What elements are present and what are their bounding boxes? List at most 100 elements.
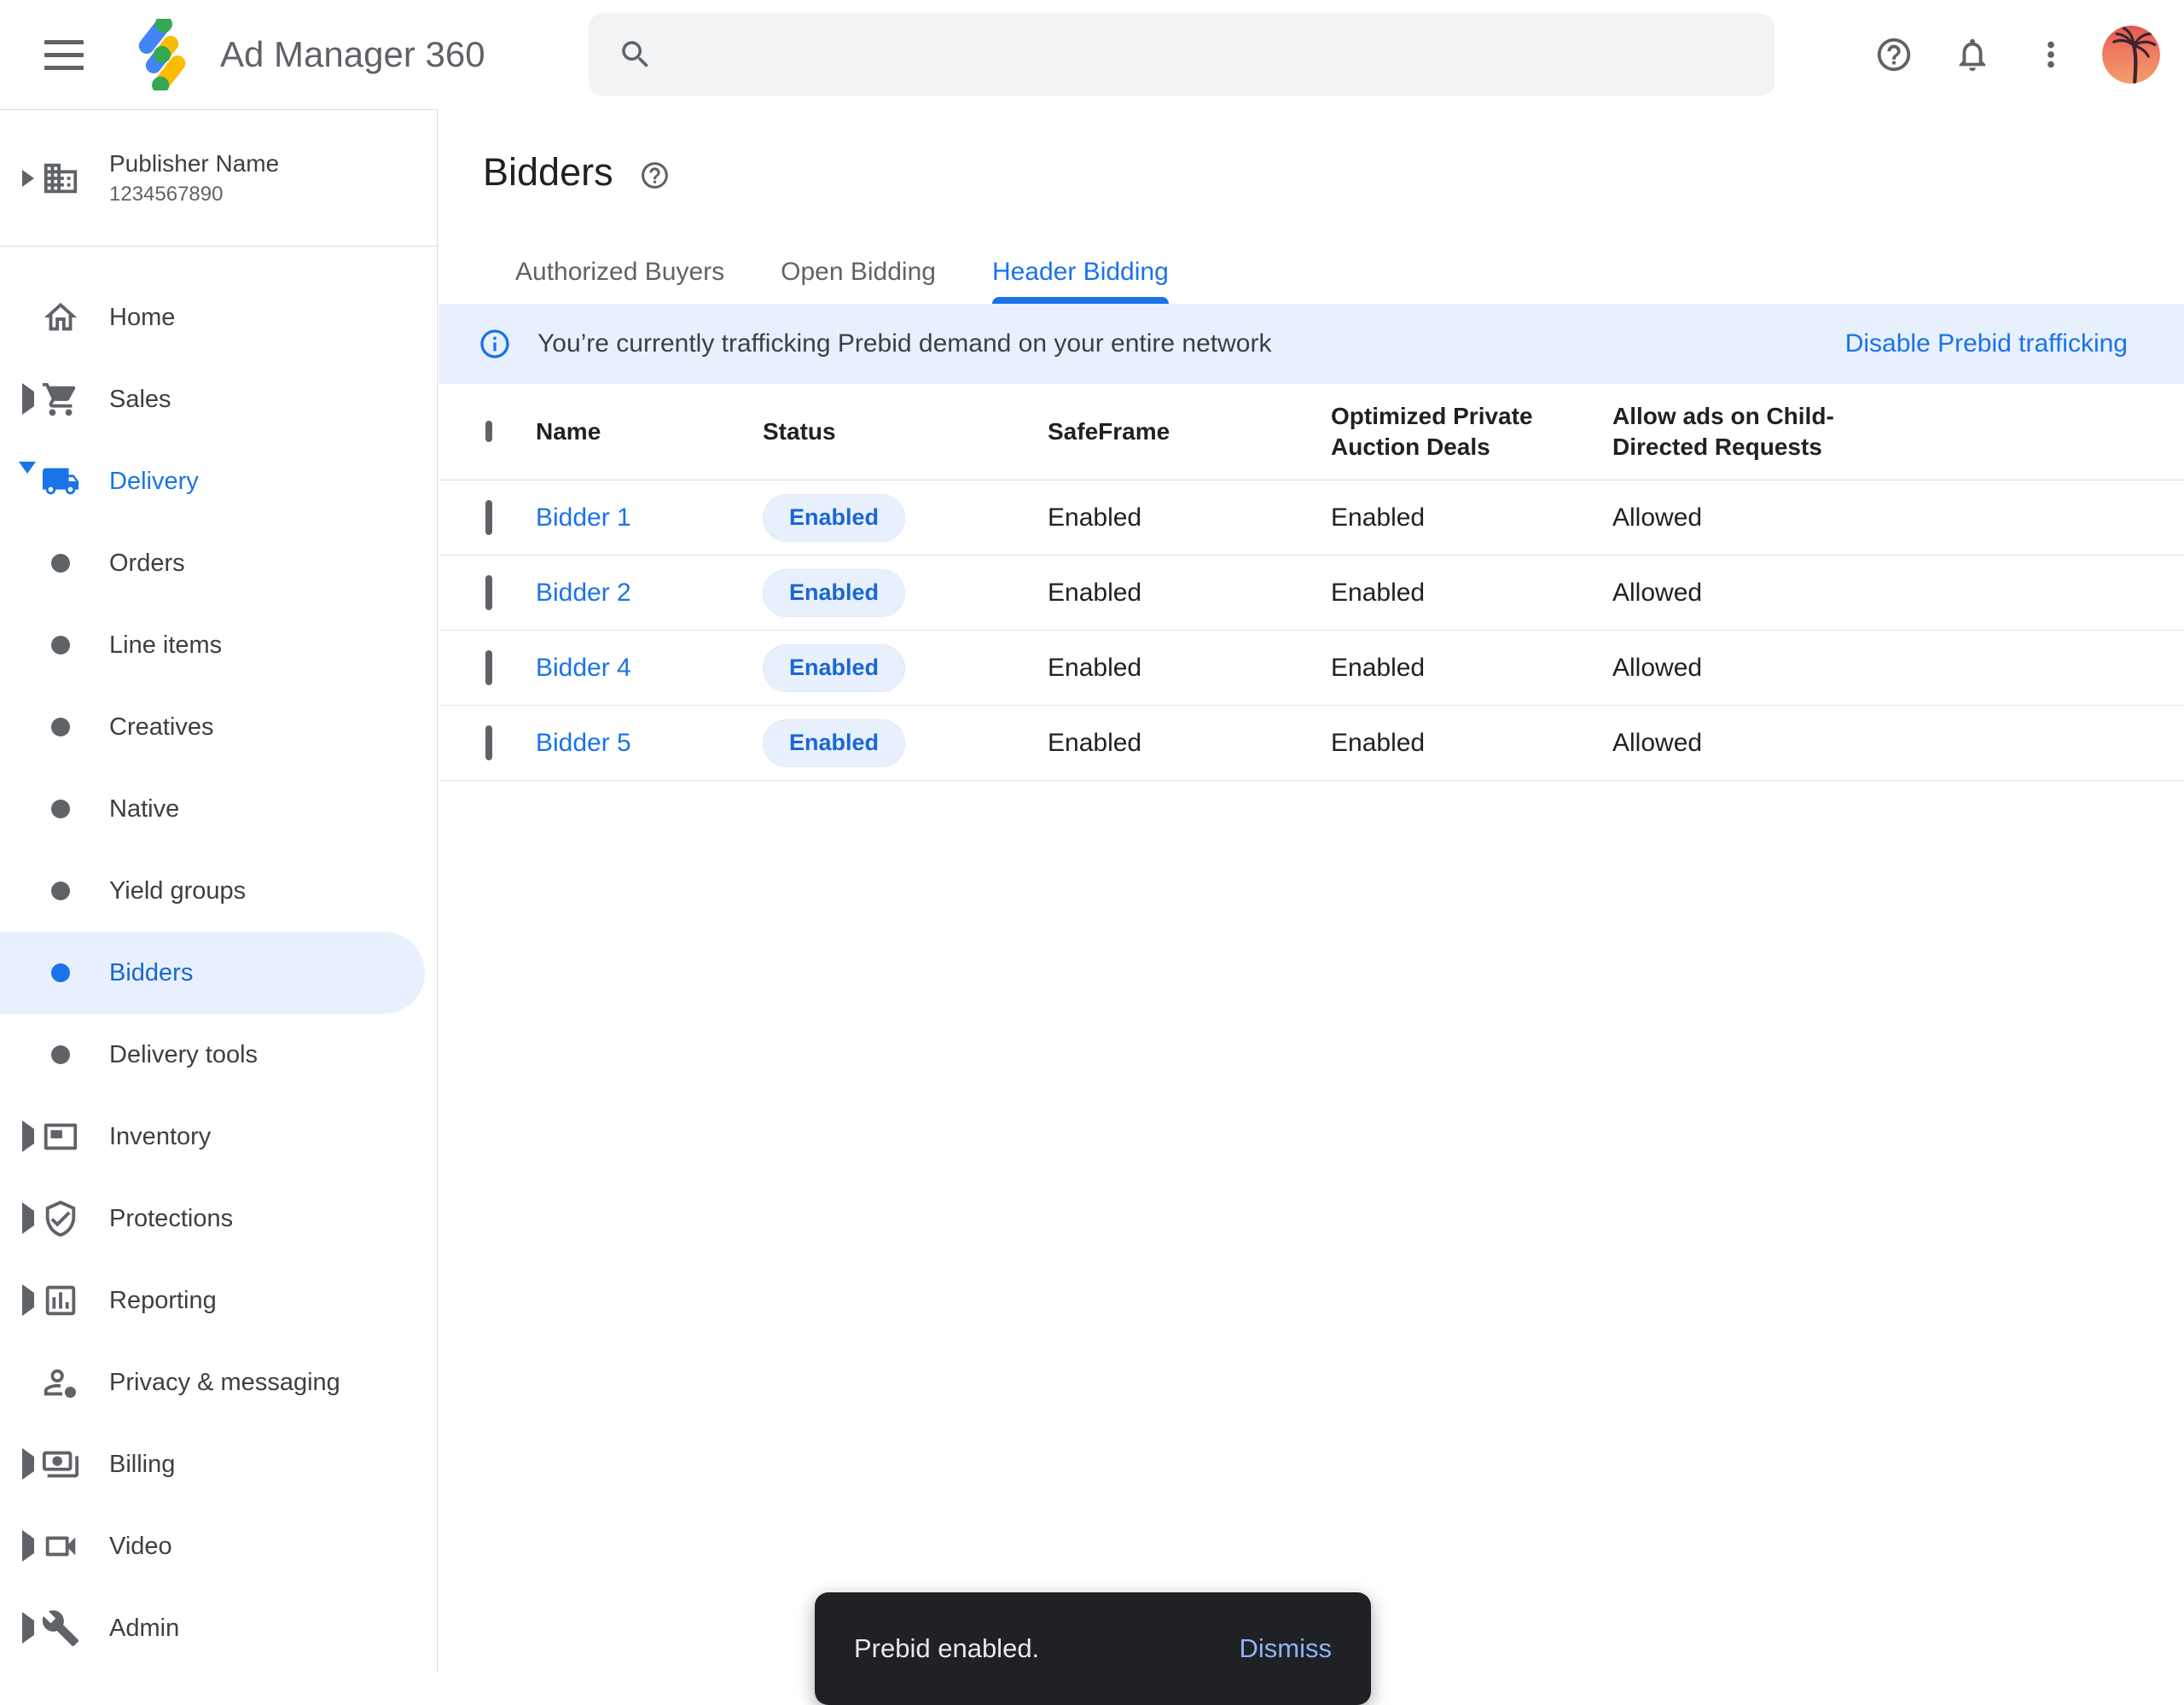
sidebar-item-bidders[interactable]: Bidders (0, 932, 425, 1014)
search-icon (618, 37, 653, 73)
status-badge: Enabled (763, 644, 905, 692)
sidebar-item-line-items[interactable]: Line items (0, 604, 437, 686)
truck-icon (40, 461, 81, 502)
column-header-status: Status (763, 416, 1048, 447)
expand-right-icon (22, 1530, 34, 1562)
tab-open-bidding[interactable]: Open Bidding (781, 237, 936, 304)
help-icon (639, 160, 671, 191)
payments-icon (40, 1444, 81, 1485)
search-bar[interactable] (589, 14, 1774, 96)
status-badge: Enabled (763, 494, 905, 542)
expand-right-icon (22, 1120, 34, 1152)
sidebar-item-home[interactable]: Home (0, 276, 437, 358)
tab-bar: Authorized Buyers Open Bidding Header Bi… (439, 237, 2184, 304)
bar-chart-icon (40, 1280, 81, 1321)
sidebar-item-admin[interactable]: Admin (0, 1587, 437, 1669)
child-directed-value: Allowed (1612, 503, 2184, 532)
bidders-table: Name Status SafeFrame Optimized Private … (439, 384, 2184, 781)
status-badge: Enabled (763, 719, 905, 767)
bullet-icon (40, 707, 81, 748)
top-app-bar: Ad Manager 360 (0, 0, 2184, 109)
menu-icon[interactable] (44, 40, 84, 70)
search-input[interactable] (672, 14, 1774, 96)
sidebar-item-video[interactable]: Video (0, 1505, 437, 1587)
sidebar-item-sales[interactable]: Sales (0, 358, 437, 440)
sidebar-item-delivery[interactable]: Delivery (0, 440, 437, 522)
help-button[interactable] (1855, 15, 1933, 94)
expand-right-icon (22, 383, 34, 415)
snackbar-toast: Prebid enabled. Dismiss (815, 1592, 1371, 1705)
sidebar-item-protections[interactable]: Protections (0, 1178, 437, 1260)
sidebar-item-billing[interactable]: Billing (0, 1423, 437, 1505)
bidder-link[interactable]: Bidder 1 (536, 503, 763, 532)
bullet-icon (40, 870, 81, 911)
table-row: Bidder 1 Enabled Enabled Enabled Allowed (439, 480, 2184, 556)
publisher-name: Publisher Name (109, 150, 279, 177)
page-help-button[interactable] (639, 154, 671, 191)
sidebar-item-yield-groups[interactable]: Yield groups (0, 850, 437, 932)
table-row: Bidder 2 Enabled Enabled Enabled Allowed (439, 556, 2184, 631)
tab-authorized-buyers[interactable]: Authorized Buyers (515, 237, 724, 304)
sidebar-item-delivery-tools[interactable]: Delivery tools (0, 1014, 437, 1096)
bullet-icon (40, 543, 81, 584)
sidebar-item-reporting[interactable]: Reporting (0, 1260, 437, 1341)
row-checkbox[interactable] (485, 575, 492, 610)
tab-header-bidding[interactable]: Header Bidding (992, 237, 1169, 304)
expand-right-icon (22, 170, 34, 187)
ad-manager-logo-icon (126, 19, 198, 90)
bidder-link[interactable]: Bidder 2 (536, 579, 763, 608)
publisher-switcher[interactable]: Publisher Name 1234567890 (0, 110, 437, 247)
sidebar-item-native[interactable]: Native (0, 768, 437, 850)
row-checkbox[interactable] (485, 725, 492, 760)
disable-prebid-trafficking-link[interactable]: Disable Prebid trafficking (1845, 329, 2128, 358)
bullet-icon (40, 1034, 81, 1075)
info-icon (478, 327, 512, 361)
app-title: Ad Manager 360 (220, 34, 485, 75)
prebid-info-banner: You’re currently trafficking Prebid dema… (439, 304, 2184, 384)
home-icon (40, 297, 81, 338)
shield-check-icon (40, 1198, 81, 1239)
notifications-button[interactable] (1933, 15, 2012, 94)
child-directed-value: Allowed (1612, 579, 2184, 608)
safeframe-value: Enabled (1048, 729, 1331, 758)
cart-icon (40, 379, 81, 420)
sidebar-item-creatives[interactable]: Creatives (0, 686, 437, 768)
table-row: Bidder 4 Enabled Enabled Enabled Allowed (439, 631, 2184, 706)
expand-down-icon (19, 462, 36, 488)
avatar[interactable] (2102, 26, 2160, 84)
safeframe-value: Enabled (1048, 579, 1331, 608)
column-header-safeframe: SafeFrame (1048, 416, 1331, 447)
sidebar-item-orders[interactable]: Orders (0, 522, 437, 604)
kebab-menu-icon (2031, 35, 2071, 74)
publisher-building-icon (41, 159, 80, 198)
bell-icon (1953, 35, 1992, 74)
expand-right-icon (22, 1612, 34, 1644)
safeframe-value: Enabled (1048, 503, 1331, 532)
sidebar-item-privacy-messaging[interactable]: Privacy & messaging (0, 1341, 437, 1423)
avatar-palm-image (2102, 26, 2160, 84)
bidder-link[interactable]: Bidder 5 (536, 729, 763, 758)
row-checkbox[interactable] (485, 500, 492, 535)
opad-value: Enabled (1331, 579, 1612, 608)
more-options-button[interactable] (2012, 15, 2090, 94)
wrench-icon (40, 1608, 81, 1649)
sidebar-nav: Home Sales Delivery Orders Line items (0, 247, 437, 1669)
sidebar: Publisher Name 1234567890 Home Sales Del… (0, 109, 438, 1673)
select-all-checkbox[interactable] (485, 421, 492, 442)
banner-message: You’re currently trafficking Prebid dema… (537, 329, 1271, 358)
sidebar-item-inventory[interactable]: Inventory (0, 1096, 437, 1178)
header-actions (1855, 0, 2160, 109)
opad-value: Enabled (1331, 654, 1612, 683)
child-directed-value: Allowed (1612, 654, 2184, 683)
row-checkbox[interactable] (485, 650, 492, 685)
dismiss-button[interactable]: Dismiss (1240, 1633, 1333, 1664)
bidder-link[interactable]: Bidder 4 (536, 654, 763, 683)
video-camera-icon (40, 1526, 81, 1567)
person-badge-icon (40, 1362, 81, 1403)
expand-right-icon (22, 1448, 34, 1480)
main-content: Bidders Authorized Buyers Open Bidding H… (439, 109, 2184, 1673)
column-header-child-directed: Allow ads on Child-Directed Requests (1612, 401, 1836, 463)
bullet-icon (40, 788, 81, 829)
column-header-opad: Optimized Private Auction Deals (1331, 401, 1540, 463)
column-header-name: Name (536, 416, 763, 447)
